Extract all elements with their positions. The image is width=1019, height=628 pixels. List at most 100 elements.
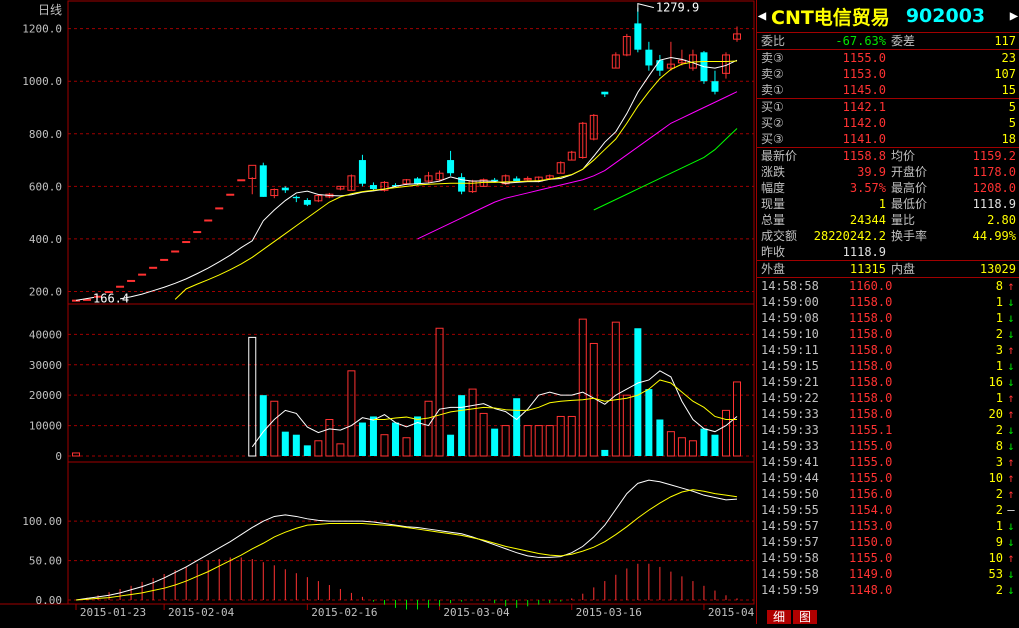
volume-bar: [567, 415, 576, 457]
prev-stock-arrow-icon[interactable]: ◀: [757, 8, 767, 24]
stat-row: 现量 1 最低价 1118.9: [757, 196, 1019, 212]
tab-detail[interactable]: 细: [767, 610, 791, 624]
tick-price: 1155.1: [849, 423, 893, 437]
panel-tabs: 细 图: [757, 608, 1019, 624]
volume-bar: [468, 388, 477, 457]
stat-label: 昨收: [761, 245, 786, 259]
candle-body: [138, 273, 147, 276]
ask-volume: 107: [994, 67, 1016, 81]
date-label: 2015-02-04: [168, 606, 235, 619]
bid-row: 买② 1142.0 5: [757, 115, 1019, 131]
tick-price: 1158.0: [849, 343, 893, 357]
arrow-down-icon: ↓: [1007, 535, 1015, 549]
tick-price: 1158.0: [849, 359, 893, 373]
volume-bar: [435, 327, 444, 457]
tick-time: 14:59:10: [761, 327, 819, 341]
tick-row: 14:59:59 1148.0 2 ↓: [757, 582, 1019, 598]
tick-volume: 2: [995, 487, 1003, 501]
volume-tick-label: 40000: [29, 328, 62, 341]
tick-list[interactable]: 14:58:58 1160.0 8 ↑ 14:59:00 1158.0 1 ↓ 14:59:08…: [757, 278, 1019, 598]
tick-row: 14:59:55 1154.0 2–: [757, 502, 1019, 518]
candle-body: [711, 81, 719, 92]
stat-value: 1158.8: [842, 149, 886, 163]
ask-list: 卖③ 1155.0 23 卖② 1153.0 107 卖① 1145.0 15: [757, 50, 1019, 99]
volume-bar: [336, 443, 345, 457]
tick-time: 14:59:59: [761, 583, 819, 597]
tick-price: 1156.0: [849, 487, 893, 501]
volume-bar: [248, 336, 257, 457]
tick-volume: 8: [995, 439, 1003, 453]
arrow-up-icon: ↑: [1007, 487, 1015, 501]
arrow-down-icon: ↓: [1007, 359, 1015, 373]
stat-label: 最低价: [891, 197, 928, 211]
tick-row: 14:59:57 1153.0 1 ↓: [757, 518, 1019, 534]
tick-row: 14:59:33 1158.0 20 ↑: [757, 406, 1019, 422]
tick-row: 14:59:15 1158.0 1 ↓: [757, 358, 1019, 374]
price-panel-frame: [67, 0, 755, 305]
tick-volume: 10: [988, 551, 1003, 565]
candle-body: [369, 185, 377, 189]
volume-tick-label: 20000: [29, 389, 62, 402]
kline-chart-area[interactable]: 1200.0 1000.0 800.0 600.0 400.0 200.0 日线 40000 3…: [0, 0, 774, 624]
stock-header: ◀ CNT电信贸易 902003 ▶: [757, 0, 1019, 33]
stock-code: 902003: [905, 5, 986, 27]
arrow-down-icon: ↓: [1007, 439, 1015, 453]
tick-row: 14:59:33 1155.0 8 ↓: [757, 438, 1019, 454]
date-label: 2015-03-16: [576, 606, 642, 619]
volume-bar: [347, 370, 356, 457]
candle-body: [149, 266, 158, 269]
arrow-up-icon: ↑: [1007, 407, 1015, 421]
candle-body: [182, 241, 191, 244]
tick-row: 14:59:21 1158.0 16 ↓: [757, 374, 1019, 390]
bid-label: 买②: [761, 116, 784, 130]
candle-body: [292, 196, 300, 199]
volume-bar: [270, 400, 279, 457]
tick-time: 14:59:00: [761, 295, 819, 309]
tick-price: 1158.0: [849, 295, 893, 309]
arrow-down-icon: ↓: [1007, 375, 1015, 389]
tick-volume: 1: [995, 359, 1003, 373]
tick-price: 1149.0: [849, 567, 893, 581]
volume-bar: [72, 452, 80, 457]
tick-row: 14:59:58 1149.0 53 ↓: [757, 566, 1019, 582]
tick-volume: 2: [995, 423, 1003, 437]
weicha-value: 117: [994, 34, 1016, 48]
arrow-down-icon: ↓: [1007, 423, 1015, 437]
tab-chart[interactable]: 图: [793, 610, 817, 624]
ask-volume: 15: [1001, 83, 1016, 97]
stat-value: 44.99%: [972, 229, 1016, 243]
volume-bar: [666, 431, 675, 457]
bid-row: 买① 1142.1 5: [757, 99, 1019, 115]
arrow-up-icon: ↑: [1007, 455, 1015, 469]
tick-volume: 2: [995, 583, 1003, 597]
arrow-down-icon: ↓: [1007, 311, 1015, 325]
candle-body: [358, 160, 366, 184]
stat-value: 1: [878, 197, 886, 211]
stat-value: 1159.2: [972, 149, 1016, 163]
tick-time: 14:59:33: [761, 407, 819, 421]
volume-bar: [721, 409, 730, 457]
stat-label: 涨跌: [761, 165, 786, 179]
ask-price: 1153.0: [842, 67, 886, 81]
volume-bar: [634, 328, 642, 456]
arrow-up-icon: ↑: [1007, 343, 1015, 357]
tick-price: 1155.0: [849, 551, 893, 565]
ask-price: 1155.0: [842, 51, 886, 65]
candle-body: [237, 179, 246, 182]
stat-row: 总量 24344 量比 2.80: [757, 212, 1019, 228]
price-tick-label: 200.0: [29, 285, 62, 298]
volume-bar: [611, 321, 620, 457]
weibi-label: 委比: [761, 34, 786, 48]
stat-value: 3.57%: [849, 181, 886, 195]
high-marker: [637, 2, 654, 12]
next-stock-arrow-icon[interactable]: ▶: [1009, 8, 1019, 24]
period-label: 日线: [38, 3, 62, 17]
stat-value: 1118.9: [842, 245, 886, 259]
kline-chart-svg[interactable]: 1200.0 1000.0 800.0 600.0 400.0 200.0 日线 40000 3…: [0, 0, 774, 624]
arrow-down-icon: ↓: [1007, 519, 1015, 533]
date-label: 2015-01-23: [80, 606, 146, 619]
bid-volume: 5: [1008, 100, 1016, 114]
stat-label: 最新价: [761, 149, 798, 163]
tick-row: 14:59:10 1158.0 2 ↓: [757, 326, 1019, 342]
waipan-label: 外盘: [761, 262, 786, 276]
